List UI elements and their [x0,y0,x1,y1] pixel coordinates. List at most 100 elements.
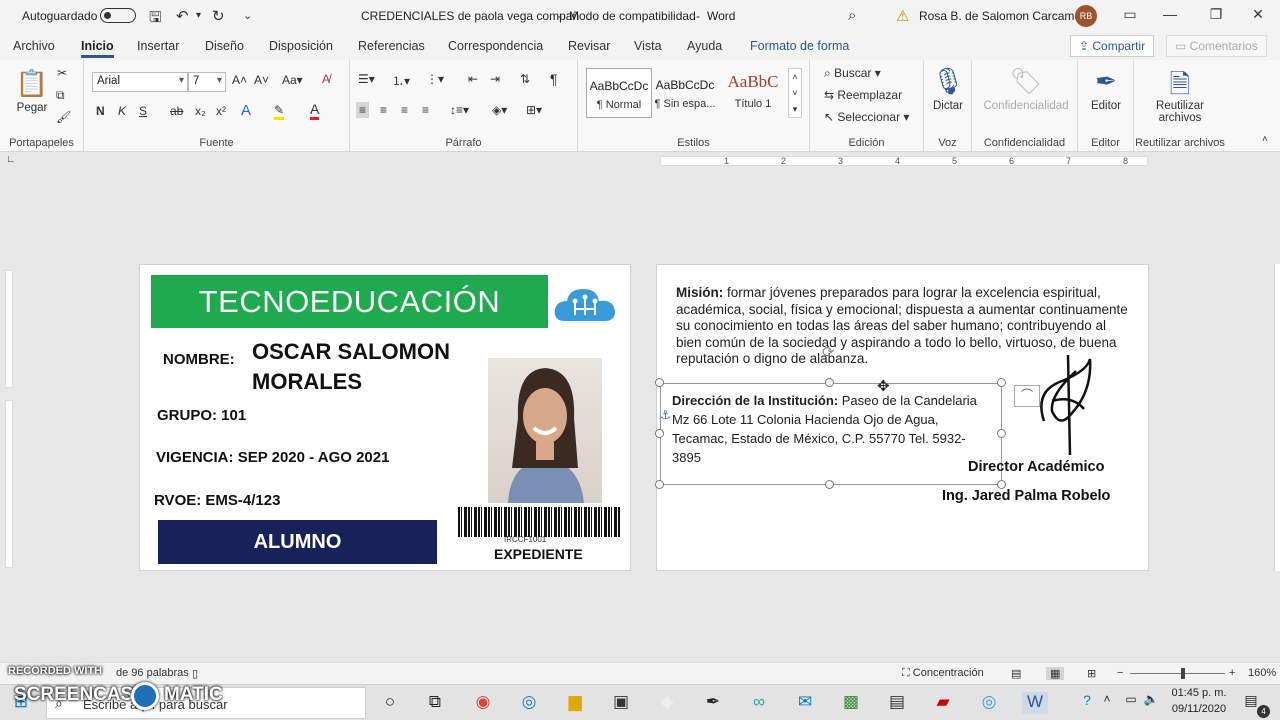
align-right-icon[interactable]: ≡ [401,103,408,117]
resize-handle[interactable] [997,429,1006,438]
resize-handle[interactable] [655,429,664,438]
editor-button[interactable]: ✒ Editor [1082,66,1130,112]
line-spacing-icon[interactable]: ↕≡▾ [450,103,469,117]
ruler-bar[interactable]: 1 2 3 4 5 6 7 8 [660,156,1148,166]
resize-handle[interactable] [825,480,834,489]
change-case-icon[interactable]: Aa▾ [282,73,303,87]
zoom-out-icon[interactable]: − [1117,667,1123,679]
inkscape-icon[interactable]: ✒ [700,692,726,714]
tab-insertar[interactable]: Insertar [137,39,179,53]
certificate-icon[interactable]: ▩ [838,692,864,714]
font-name-select[interactable]: Arial [92,72,188,92]
search-icon[interactable]: ⌕ [848,7,856,24]
clock-date[interactable]: 09/11/2020 [1171,703,1227,715]
undo-icon[interactable]: ↶ [176,7,189,25]
user-name[interactable]: Rosa B. de Salomon Carcamo [919,9,1081,23]
collapse-ribbon-icon[interactable]: ˄ [1262,134,1268,145]
resize-handle[interactable] [825,378,834,387]
undo-dropdown-icon[interactable]: ▾ [196,10,201,21]
copy-icon[interactable]: ⧉ [56,88,65,103]
align-center-icon[interactable]: ≡ [380,103,387,117]
styles-gallery-scroll[interactable]: ˄ ˅ ▾ [788,68,802,118]
dictate-button[interactable]: 🎙 Dictar [928,66,968,112]
volume-icon[interactable]: 🔈 [1138,692,1164,714]
reuse-files-button[interactable]: 🗎 Reutilizar archivos [1138,66,1222,124]
redo-icon[interactable]: ↻ [212,7,225,25]
cortana-icon[interactable]: ○ [377,692,403,714]
font-size-select[interactable]: 7 [188,72,226,92]
student-photo[interactable] [488,358,602,503]
style-no-spacing[interactable]: AaBbCcDc ¶ Sin espa... [652,68,718,118]
tab-selector-icon[interactable]: ∟ [6,154,16,165]
highlight-icon[interactable]: ✎ [274,103,285,120]
tab-diseno[interactable]: Diseño [205,39,244,53]
maximize-icon[interactable]: ❐ [1206,6,1226,23]
store-icon[interactable]: ▣ [608,692,634,714]
numbering-icon[interactable]: ⒈▾ [392,72,410,89]
zoom-slider-thumb[interactable] [1181,668,1185,679]
find-button[interactable]: ⌕ Buscar ▾ [824,66,881,81]
align-left-icon[interactable]: ≡ [356,102,370,118]
tab-formato-de-forma[interactable]: Formato de forma [750,39,849,53]
bold-button[interactable]: N [96,104,105,118]
zoom-slider[interactable] [1130,673,1225,674]
share-button[interactable]: ⇪ Compartir [1070,35,1155,57]
paste-button[interactable]: 📋 Pegar [10,68,54,114]
grow-font-icon[interactable]: A˄ [232,73,247,87]
tab-vista[interactable]: Vista [634,39,662,53]
tab-referencias[interactable]: Referencias [358,39,425,53]
cut-icon[interactable]: ✂ [57,66,67,80]
show-marks-icon[interactable]: ¶ [550,71,558,87]
recorder-icon[interactable]: ◎ [976,692,1002,714]
comments-button[interactable]: ▭ Comentarios [1166,35,1267,57]
tab-disposicion[interactable]: Disposición [269,39,333,53]
focus-mode-button[interactable]: ⛶ Concentración [902,667,984,680]
tab-ayuda[interactable]: Ayuda [687,39,722,53]
arduino-icon[interactable]: ∞ [746,692,772,714]
word-icon[interactable]: W [1022,692,1048,714]
dev-app-icon[interactable]: ▤ [884,692,910,714]
text-effects-icon[interactable]: A [241,102,251,119]
zoom-level[interactable]: 160% [1248,667,1276,679]
bullets-icon[interactable]: ☰▾ [358,72,375,86]
resize-handle[interactable] [655,378,664,387]
italic-button[interactable]: K [118,104,126,118]
strikethrough-button[interactable]: ab [170,104,183,118]
mail-icon[interactable]: ✉ [792,692,818,714]
font-color-icon[interactable]: A [310,101,320,120]
minimize-icon[interactable]: — [1160,6,1180,22]
tray-expand-icon[interactable]: ˄ [1094,692,1120,714]
edge-icon[interactable]: ◎ [516,692,542,714]
autosave-toggle[interactable] [100,8,136,23]
style-normal[interactable]: AaBbCcDc ¶ Normal [586,68,652,118]
resize-handle[interactable] [655,480,664,489]
shrink-font-icon[interactable]: A˅ [254,73,269,87]
read-mode-icon[interactable]: ▤ [1011,667,1021,680]
word-count[interactable]: de 96 palabras [116,667,189,679]
chrome-icon[interactable]: ◉ [470,692,496,714]
justify-icon[interactable]: ≡ [422,103,429,117]
flash-icon[interactable]: ▰ [930,692,956,714]
rotate-handle-icon[interactable]: ⟳ [822,343,835,361]
resize-handle[interactable] [997,378,1006,387]
customize-toolbar-icon[interactable]: ⌄ [243,9,252,22]
style-heading-1[interactable]: AaBbC Título 1 [720,68,786,118]
avatar[interactable]: RB [1075,5,1097,27]
zoom-in-icon[interactable]: + [1229,667,1235,679]
multilevel-list-icon[interactable]: ⋮▾ [426,72,444,86]
app-icon[interactable]: ◆ [654,692,680,714]
increase-indent-icon[interactable]: ⇥ [490,72,500,86]
vertical-ruler[interactable] [5,270,13,388]
subscript-icon[interactable]: x₂ [195,104,206,118]
tab-archivo[interactable]: Archivo [13,39,55,53]
tab-inicio[interactable]: Inicio [81,39,114,58]
proofing-icon[interactable]: ▯ [192,667,198,680]
select-button[interactable]: ↖ Seleccionar ▾ [824,110,909,124]
tab-correspondencia[interactable]: Correspondencia [448,39,543,53]
vertical-ruler[interactable] [5,400,13,568]
borders-icon[interactable]: ⊞▾ [526,103,542,117]
print-layout-icon[interactable]: ▦ [1046,667,1065,680]
format-painter-icon[interactable]: 🖌 [56,110,71,124]
ribbon-display-icon[interactable]: ▭ [1120,6,1140,23]
address-textbox[interactable]: Dirección de la Institución: Paseo de la… [660,383,1002,485]
